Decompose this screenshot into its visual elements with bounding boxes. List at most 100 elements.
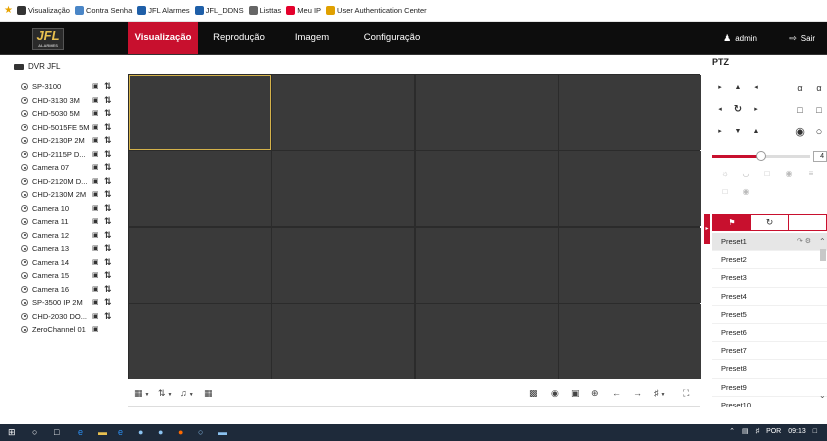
collapse-panel-button[interactable]: ▸	[704, 214, 710, 244]
record-button[interactable]: ▣	[571, 388, 580, 399]
firefox-icon[interactable]: ●	[178, 427, 183, 438]
fullscreen-button[interactable]: ⛶	[683, 388, 689, 399]
camera-list-item[interactable]: Camera 13 ▣ ⇅	[21, 242, 116, 256]
video-window[interactable]	[415, 74, 558, 150]
bookmark-item[interactable]: JFL Alarmes	[137, 6, 190, 15]
camera-list-item[interactable]: SP-3500 IP 2M ▣ ⇅	[21, 296, 116, 310]
video-window[interactable]	[559, 304, 701, 379]
preset-item[interactable]: Preset7	[712, 342, 827, 361]
volume-button[interactable]: ♯ ▼	[654, 388, 665, 398]
video-window[interactable]	[559, 227, 701, 303]
logout-button[interactable]: ⇨ Sair	[789, 33, 815, 44]
focus-far-button[interactable]: □	[811, 102, 827, 118]
call-preset-icon[interactable]: ↷	[797, 238, 803, 245]
camera-list-item[interactable]: CHD-5030 5M ▣ ⇅	[21, 107, 116, 121]
internet-explorer-icon[interactable]: e	[118, 427, 123, 438]
menu-button[interactable]: ≡	[804, 167, 818, 181]
camera-list-item[interactable]: Camera 10 ▣ ⇅	[21, 202, 116, 216]
camera-list-item[interactable]: CHD-2120M D... ▣ ⇅	[21, 175, 116, 189]
network-icon[interactable]: ▤	[742, 427, 749, 435]
snapshot-button[interactable]: ◉	[551, 388, 559, 399]
video-window[interactable]	[272, 151, 414, 226]
stop-all-button[interactable]: ▩	[529, 388, 538, 399]
camera-list-item[interactable]: CHD-3130 3M ▣ ⇅	[21, 94, 116, 108]
tab-reproducao[interactable]: Reprodução	[204, 22, 274, 54]
notifications-icon[interactable]: □	[813, 428, 817, 435]
one-touch-button[interactable]: ◉	[739, 185, 753, 199]
preset-item[interactable]: Preset6	[712, 324, 827, 343]
app-icon[interactable]: ○	[198, 427, 203, 438]
iris-open-button[interactable]: ◉	[792, 124, 808, 140]
app-icon[interactable]: ●	[138, 427, 143, 438]
lens-init-button[interactable]: ◉	[782, 167, 796, 181]
video-window[interactable]	[128, 227, 271, 303]
task-view-icon[interactable]: □	[54, 427, 59, 438]
search-icon[interactable]: ○	[32, 427, 37, 438]
previous-page-button[interactable]: ←	[612, 388, 621, 398]
edge-browser-icon[interactable]: e	[78, 427, 83, 438]
camera-list-item[interactable]: CHD-2130M 2M ▣ ⇅	[21, 188, 116, 202]
preset-item[interactable]: Preset4	[712, 288, 827, 306]
tab-imagem[interactable]: Imagem	[282, 22, 342, 54]
set-preset-icon[interactable]: ⚙	[805, 238, 811, 245]
zoom-button[interactable]: ⊕	[591, 388, 599, 399]
ptz-speed-slider[interactable]	[712, 151, 810, 161]
bookmark-item[interactable]: Visualização	[16, 6, 70, 15]
video-window[interactable]	[415, 304, 558, 379]
camera-list-item[interactable]: Camera 15 ▣ ⇅	[21, 269, 116, 283]
video-window[interactable]	[559, 74, 701, 150]
window-layout-button[interactable]: ▦ ▼	[134, 388, 149, 399]
video-window[interactable]	[415, 151, 558, 226]
video-window[interactable]	[272, 304, 414, 379]
camera-list-item[interactable]: ZeroChannel 01 ▣	[21, 323, 116, 337]
manual-tracking-button[interactable]: □	[718, 185, 732, 199]
bookmark-item[interactable]: Meu IP	[286, 6, 321, 15]
preset-item[interactable]: Preset8	[712, 360, 827, 379]
bookmark-item[interactable]: JFL_DDNS	[194, 6, 244, 15]
scroll-thumb[interactable]	[820, 249, 826, 261]
favorites-star-icon[interactable]: ★	[4, 5, 13, 16]
chevron-down-icon[interactable]: ⌄	[819, 391, 826, 400]
app-icon[interactable]: ▬	[218, 427, 227, 438]
camera-list-item[interactable]: Camera 11 ▣ ⇅	[21, 215, 116, 229]
slider-knob[interactable]	[756, 151, 766, 161]
windows-start-icon[interactable]: ⊞	[8, 427, 16, 438]
camera-list-item[interactable]: Camera 12 ▣ ⇅	[21, 229, 116, 243]
video-window[interactable]	[128, 304, 271, 379]
ptz-up-left-button[interactable]: ▸	[712, 80, 728, 96]
ptz-up-button[interactable]: ▲	[730, 80, 746, 96]
bookmark-item[interactable]: User Authentication Center	[326, 6, 427, 15]
video-window[interactable]	[128, 74, 271, 150]
light-button[interactable]: ☼	[718, 167, 732, 181]
preset-item[interactable]: Preset9	[712, 379, 827, 397]
tab-presets[interactable]: ⚑	[713, 215, 751, 230]
camera-list-item[interactable]: CHD-5015FE 5M ▣ ⇅	[21, 121, 116, 135]
stream-type-button[interactable]: ⇅ ▼	[158, 388, 173, 399]
zoom-in-button[interactable]: α	[792, 80, 808, 96]
preset-item[interactable]: Preset10	[712, 397, 827, 407]
chevron-up-icon[interactable]: ⌃	[729, 427, 735, 435]
tab-visualizacao[interactable]: Visualização	[128, 22, 198, 54]
camera-list-item[interactable]: CHD-2130P 2M ▣ ⇅	[21, 134, 116, 148]
camera-list-item[interactable]: Camera 16 ▣ ⇅	[21, 283, 116, 297]
preset-item[interactable]: Preset1 ↷ ⚙	[712, 233, 827, 252]
3d-zoom-button[interactable]: □	[760, 167, 774, 181]
tab-patrols[interactable]: ↻	[751, 215, 789, 230]
app-icon[interactable]: ●	[158, 427, 163, 438]
ptz-auto-button[interactable]: ↻	[730, 102, 746, 118]
video-window[interactable]	[415, 227, 558, 303]
preset-scrollbar[interactable]: ⌃ ⌄	[819, 233, 827, 407]
zoom-out-button[interactable]: α	[811, 80, 827, 96]
ptz-down-button[interactable]: ▼	[730, 124, 746, 140]
camera-list-item[interactable]: CHD-2030 DO... ▣ ⇅	[21, 310, 116, 324]
ptz-up-right-button[interactable]: ◂	[748, 80, 764, 96]
ptz-left-button[interactable]: ◂	[712, 102, 728, 118]
camera-list-item[interactable]: SP-3100 ▣ ⇅	[21, 80, 116, 94]
bookmark-item[interactable]: Listtas	[248, 6, 281, 15]
next-page-button[interactable]: →	[633, 388, 642, 398]
bookmark-item[interactable]: Contra Senha	[74, 6, 132, 15]
dvr-node[interactable]: DVR JFL	[14, 62, 60, 71]
camera-list-item[interactable]: Camera 14 ▣ ⇅	[21, 256, 116, 270]
ptz-down-left-button[interactable]: ▸	[712, 124, 728, 140]
preset-item[interactable]: Preset5	[712, 306, 827, 324]
